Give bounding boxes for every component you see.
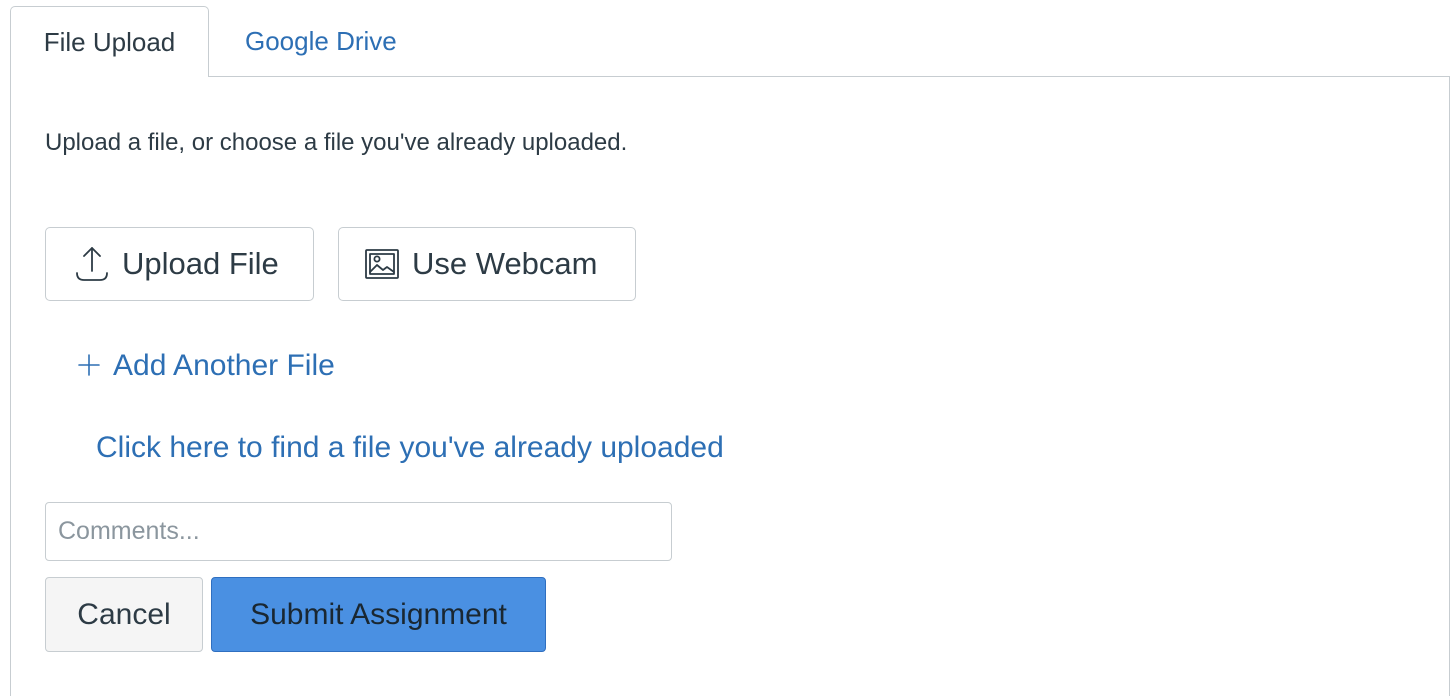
tab-panel: Upload a file, or choose a file you've a…: [10, 76, 1450, 696]
upload-instructions: Upload a file, or choose a file you've a…: [45, 129, 628, 156]
submit-assignment-button[interactable]: Submit Assignment: [211, 577, 546, 652]
upload-file-button[interactable]: Upload File: [45, 227, 314, 301]
comments-input[interactable]: [45, 502, 672, 561]
cancel-button[interactable]: Cancel: [45, 577, 203, 652]
use-webcam-label: Use Webcam: [412, 246, 598, 281]
use-webcam-button[interactable]: Use Webcam: [338, 227, 636, 301]
upload-file-label: Upload File: [122, 246, 279, 281]
tab-google-drive[interactable]: Google Drive: [209, 6, 397, 76]
upload-icon: [74, 244, 110, 284]
find-uploaded-file-link[interactable]: Click here to find a file you've already…: [96, 431, 724, 465]
tab-file-upload[interactable]: File Upload: [10, 6, 209, 77]
tab-list: File Upload Google Drive: [10, 6, 397, 77]
image-icon: [364, 247, 400, 281]
plus-icon: [77, 349, 101, 383]
add-another-file-label: Add Another File: [113, 349, 335, 382]
add-another-file-link[interactable]: Add Another File: [77, 349, 335, 383]
